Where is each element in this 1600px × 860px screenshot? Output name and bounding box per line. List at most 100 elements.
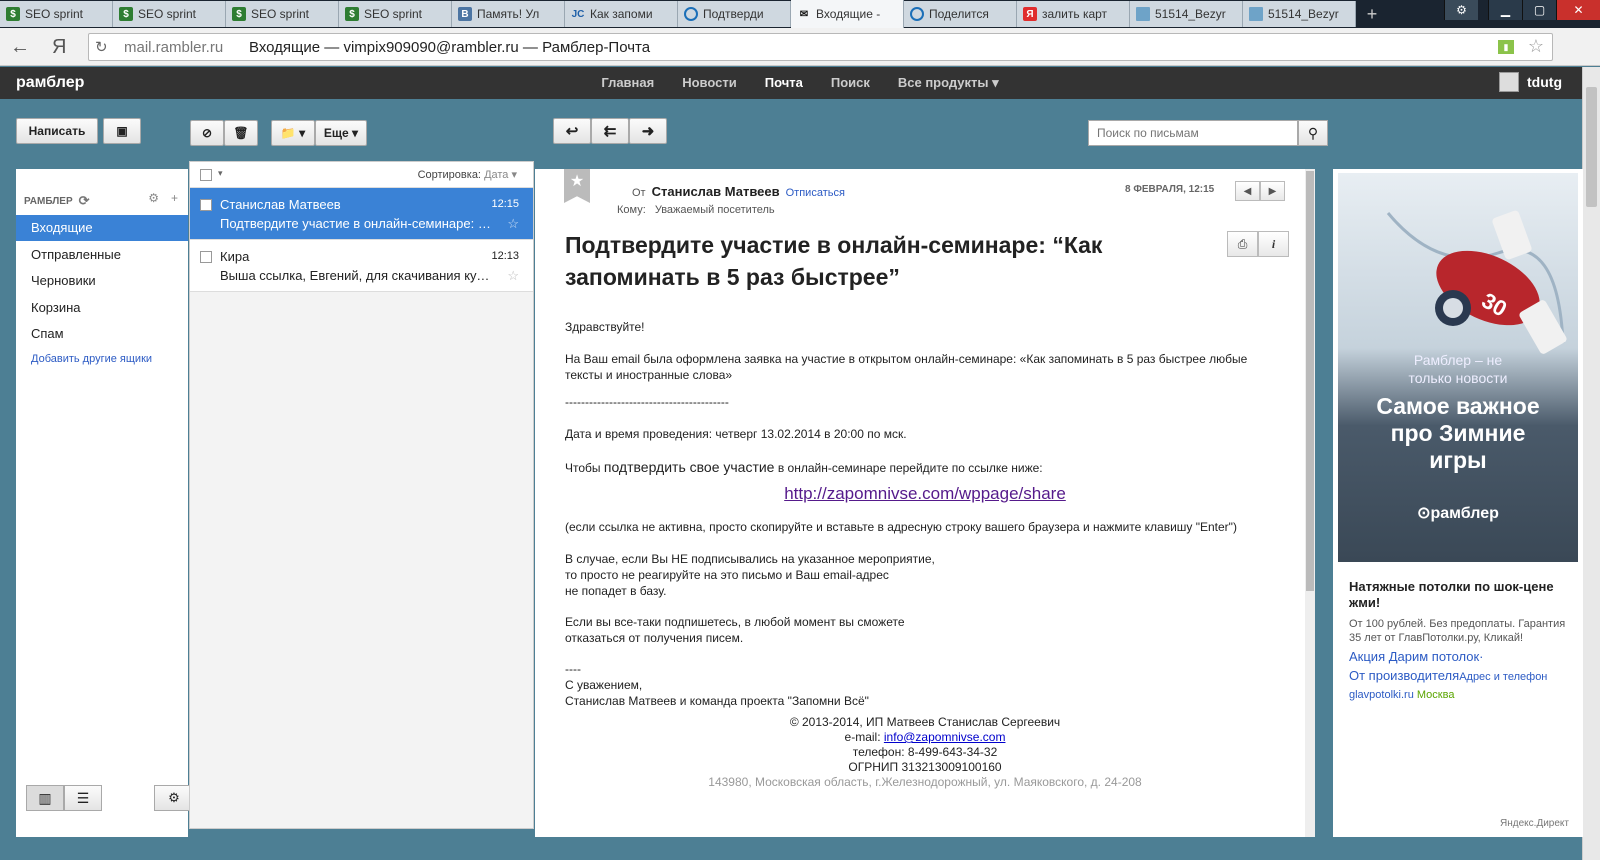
body-paragraph-5a: В случае, если Вы НЕ подписывались на ук… [565,552,935,566]
spam-icon[interactable]: ⊘ [190,120,224,146]
top-menu-item[interactable]: Все продукты ▾ [884,67,1013,99]
browser-tab[interactable]: B Память! Ул [452,1,565,27]
sort-control[interactable]: Сортировка: Дата ▾ [418,168,517,181]
secure-lock-icon[interactable]: ▮ [1498,40,1514,54]
reply-all-icon[interactable]: ⇇ [591,118,629,144]
add-folder-icon[interactable]: + [171,191,178,205]
minimize-button[interactable]: ▁ [1488,0,1522,20]
top-menu-item[interactable]: Почта [751,67,817,99]
top-menu-item[interactable]: Главная [587,67,668,99]
sort-value[interactable]: Дата ▾ [484,169,517,181]
info-icon[interactable]: i [1258,231,1289,257]
table-row[interactable]: Станислав Матвеев 12:15 Подтвердите участи… [190,188,533,240]
sidebar-item[interactable]: Отправленные [16,242,188,268]
sender-name[interactable]: Станислав Матвеев [652,184,780,199]
yandex-direct-label[interactable]: Яндекс.Директ [1500,818,1569,829]
ad-title[interactable]: Натяжные потолки по шок-цене жми! [1349,579,1574,611]
row-checkbox[interactable] [200,199,212,211]
prev-message-icon[interactable]: ◀ [1235,181,1260,201]
rambler-banner-ad[interactable]: 30 Рамблер – не только новости Самое важ… [1338,173,1578,562]
avatar[interactable] [1499,72,1520,92]
next-message-icon[interactable]: ▶ [1260,181,1285,201]
refresh-icon[interactable]: ⟳ [79,193,90,209]
footer-email-link[interactable]: info@zapomnivse.com [884,730,1006,744]
unsubscribe-link[interactable]: Отписаться [786,187,845,199]
browser-tab[interactable]: ✉ Входящие - [791,0,904,28]
search-input[interactable] [1088,120,1298,146]
ad-link-contacts[interactable]: Адрес и телефон [1459,671,1547,683]
add-mailboxes-link[interactable]: Добавить другие ящики [31,353,152,365]
yandex-home-icon[interactable]: Я [52,36,66,58]
list-header: ▾ Сортировка: Дата ▾ [190,162,533,188]
browser-settings-icon[interactable]: ⚙ [1444,0,1478,20]
ad-link-promo[interactable]: Акция Дарим потолок· [1349,649,1574,664]
back-arrow-icon[interactable]: ← [10,36,34,58]
new-tab-button[interactable]: + [1356,1,1388,27]
sidebar-item[interactable]: Черновики [16,268,188,294]
top-menu-item[interactable]: Новости [668,67,751,99]
to-value: Уважаемый посетитель [654,204,775,216]
browser-tab[interactable]: JC Как запоми [565,1,678,27]
browser-tab[interactable]: Поделится [904,1,1017,27]
reader-scrollbar[interactable] [1305,169,1315,837]
sidebar-item[interactable]: Корзина [16,295,188,321]
print-icon[interactable]: ⎙ [1227,231,1258,257]
username[interactable]: tdutg [1527,74,1562,90]
settings-icon[interactable]: ⚙ [154,785,194,811]
list-view-icon[interactable]: ☰ [64,785,102,811]
ad-link-manufacturer[interactable]: От производителяАдрес и телефон [1349,668,1574,683]
url-field[interactable]: ↻ mail.rambler.ru Входящие — vimpix90909… [88,33,1553,61]
user-menu[interactable]: tdutg [1499,72,1562,92]
sidebar-item[interactable]: Входящие [16,215,188,241]
search-icon[interactable]: ⚲ [1298,120,1328,146]
reply-icon[interactable]: ↩ [553,118,591,144]
browser-tab[interactable]: $ SEO sprint [339,1,452,27]
folder-settings-icon[interactable]: ⚙ [148,191,159,205]
to-label: Кому: [617,204,646,216]
browser-tab[interactable]: $ SEO sprint [0,1,113,27]
contacts-icon[interactable]: ▣ [103,118,141,144]
row-time: 12:15 [491,198,519,210]
select-dropdown-icon[interactable]: ▾ [218,168,223,179]
compose-button[interactable]: Написать [16,118,98,144]
browser-tab[interactable]: $ SEO sprint [226,1,339,27]
maximize-button[interactable]: ▢ [1522,0,1556,20]
top-menu-item[interactable]: Поиск [817,67,884,99]
sidebar-item[interactable]: Спам [16,321,188,347]
reader-scrollbar-thumb[interactable] [1306,171,1314,591]
row-star-icon[interactable]: ☆ [507,268,519,284]
ad-link-manufacturer-text[interactable]: От производителя [1349,668,1459,683]
browser-tab[interactable]: 51514_Bezyr [1243,1,1356,27]
browser-tab[interactable]: 51514_Bezyr [1130,1,1243,27]
message-date: 8 ФЕВРАЛЯ, 12:15 [1125,184,1215,195]
select-all-checkbox[interactable] [200,169,212,181]
tab-label: SEO sprint [251,7,310,21]
rambler-logo[interactable]: рамблер [16,74,84,92]
star-flag-icon[interactable]: ★ [564,169,590,203]
more-button[interactable]: Еще ▾ [315,120,367,146]
tab-label: Как запоми [590,7,653,21]
ads-column: 30 Рамблер – не только новости Самое важ… [1333,169,1583,837]
page-scrollbar[interactable] [1582,67,1600,860]
body-paragraph-5c: не попадет в базу. [565,584,667,598]
close-window-button[interactable]: ✕ [1556,0,1600,20]
browser-tab[interactable]: Подтверди [678,1,791,27]
page-scrollbar-thumb[interactable] [1586,87,1597,207]
delete-icon[interactable]: 🗑 [224,120,258,146]
move-folder-icon[interactable]: 📁 ▾ [271,120,315,146]
browser-tab[interactable]: $ SEO sprint [113,1,226,27]
browser-tab-bar: $ SEO sprint $ SEO sprint $ SEO sprint $ SEO sp… [0,0,1600,28]
row-star-icon[interactable]: ☆ [507,216,519,232]
vk-icon: B [458,7,472,21]
confirm-link[interactable]: http://zapomnivse.com/wppage/share [565,485,1285,502]
seo-sprint-icon: $ [232,7,246,21]
forward-icon[interactable]: ➜ [629,118,667,144]
row-checkbox[interactable] [200,251,212,263]
columns-view-icon[interactable]: ▥ [26,785,64,811]
bookmark-star-icon[interactable]: ☆ [1528,36,1544,57]
reload-icon[interactable]: ↻ [95,38,108,56]
table-row[interactable]: Кира 12:13 Выша ссылка, Евгений, для скачи… [190,240,533,292]
footer-copyright: © 2013-2014, ИП Матвеев Станислав Сергее… [789,715,1061,729]
browser-tab[interactable]: Язалить карт [1017,1,1130,27]
ad-domain-url[interactable]: glavpotolki.ru [1349,689,1414,701]
